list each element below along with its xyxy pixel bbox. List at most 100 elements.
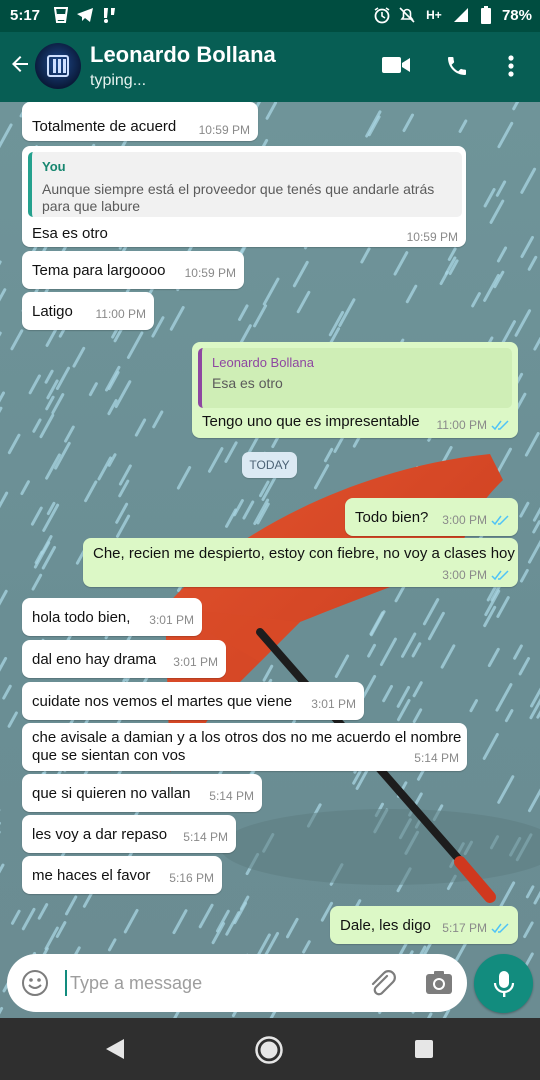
message-text: cuidate nos vemos el martes que viene [32, 693, 293, 710]
incoming-message[interactable]: me haces el favor 5:16 PM [22, 856, 222, 894]
incoming-message[interactable]: que si quieren no vallan 5:14 PM [22, 774, 262, 812]
day-separator: TODAY [242, 452, 297, 478]
attach-icon[interactable] [367, 968, 397, 1003]
read-ticks-icon [491, 569, 509, 580]
read-ticks-icon [491, 922, 509, 933]
message-text: Che, recien me despierto, estoy con fieb… [93, 545, 515, 562]
mute-bell-icon [398, 5, 416, 25]
read-ticks-icon [491, 514, 509, 525]
message-text: Totalmente de acuerd [32, 118, 177, 135]
message-text: Latigo [32, 303, 73, 320]
incoming-message[interactable]: Tema para largoooo 10:59 PM [22, 251, 244, 289]
message-text: me haces el favor [32, 867, 151, 884]
whatsapp-notification-icon [100, 5, 118, 25]
incoming-message[interactable]: les voy a dar repaso 5:14 PM [22, 815, 236, 853]
outgoing-message[interactable]: Dale, les digo 5:17 PM [330, 906, 518, 944]
message-time-text: 5:17 PM [442, 921, 487, 935]
message-time: 5:14 PM [414, 751, 459, 765]
message-time: 3:00 PM [442, 513, 510, 527]
mic-button[interactable] [474, 954, 533, 1013]
mic-icon [493, 970, 514, 997]
message-text: Dale, les digo [340, 917, 431, 934]
message-time: 5:16 PM [169, 871, 214, 885]
signal-icon [452, 5, 470, 25]
message-input[interactable] [70, 969, 350, 997]
message-time-text: 5:14 PM [183, 830, 228, 844]
network-type-label: H+ [426, 8, 442, 22]
alarm-icon [373, 5, 391, 25]
message-time: 10:59 PM [185, 266, 236, 280]
incoming-message[interactable]: che avisale a damian y a los otros dos n… [22, 723, 467, 771]
message-time: 11:00 PM [437, 418, 510, 432]
contact-name[interactable]: Leonardo Bollana [90, 42, 276, 68]
text-cursor [65, 970, 67, 996]
contact-status: typing... [90, 72, 147, 89]
message-time-text: 3:01 PM [149, 613, 194, 627]
message-composer [7, 954, 467, 1012]
camera-icon[interactable] [425, 970, 453, 1001]
message-text: Todo bien? [355, 509, 429, 526]
quoted-text: Aunque siempre está el proveedor que ten… [42, 181, 435, 214]
battery-percentage: 78% [501, 6, 532, 24]
message-text: Tengo uno que es impresentable [202, 413, 420, 430]
status-time: 5:17 [10, 7, 41, 24]
incoming-message[interactable]: Totalmente de acuerd 10:59 PM [22, 102, 258, 141]
message-time-text: 3:01 PM [173, 655, 218, 669]
avatar-emblem-icon [47, 55, 69, 77]
message-text: Esa es otro [32, 225, 108, 242]
nav-home-icon[interactable] [254, 1035, 284, 1070]
message-time-text: 5:14 PM [209, 789, 254, 803]
cup-notification-icon [52, 5, 70, 25]
emoji-icon[interactable] [21, 969, 49, 1002]
message-time: 11:00 PM [96, 307, 146, 321]
message-time: 3:01 PM [173, 655, 218, 669]
more-vert-icon[interactable] [507, 54, 515, 83]
incoming-message[interactable]: cuidate nos vemos el martes que viene 3:… [22, 682, 364, 720]
quoted-message[interactable]: You Aunque siempre está el proveedor que… [28, 152, 462, 217]
message-time-text: 5:16 PM [169, 871, 214, 885]
message-time: 3:01 PM [149, 613, 194, 627]
notification-icons [52, 5, 118, 25]
message-time-text: 3:01 PM [311, 697, 356, 711]
message-time-text: 10:59 PM [198, 123, 250, 137]
quoted-text: Esa es otro [212, 375, 283, 391]
outgoing-message[interactable]: Leonardo Bollana Esa es otro Tengo uno q… [192, 342, 518, 438]
message-time-text: 10:59 PM [184, 266, 236, 280]
nav-back-icon[interactable] [104, 1038, 126, 1065]
nav-recents-icon[interactable] [415, 1040, 433, 1058]
contact-avatar[interactable] [35, 43, 81, 89]
outgoing-message[interactable]: Todo bien? 3:00 PM [345, 498, 518, 536]
message-time-text: 10:59 PM [406, 230, 458, 244]
message-text: que si quieren no vallan [32, 785, 191, 802]
message-time: 5:17 PM [442, 921, 510, 935]
incoming-message[interactable]: hola todo bien, 3:01 PM [22, 598, 202, 636]
message-time-text: 5:14 PM [414, 751, 459, 765]
system-nav-bar [0, 1018, 540, 1080]
message-time-text: 11:00 PM [436, 418, 487, 432]
message-time-text: 11:00 PM [95, 307, 146, 321]
message-text: les voy a dar repaso [32, 826, 168, 843]
message-text: che avisale a damian y a los otros dos n… [32, 729, 462, 764]
outgoing-message[interactable]: Che, recien me despierto, estoy con fieb… [83, 538, 518, 587]
message-time: 10:59 PM [199, 123, 250, 137]
incoming-message[interactable]: Latigo 11:00 PM [22, 292, 154, 330]
phone-call-icon[interactable] [445, 54, 469, 83]
incoming-message[interactable]: You Aunque siempre está el proveedor que… [22, 146, 466, 247]
message-time-text: 3:00 PM [442, 513, 487, 527]
chat-header: Leonardo Bollana typing... [0, 32, 540, 102]
incoming-message[interactable]: dal eno hay drama 3:01 PM [22, 640, 226, 678]
battery-icon [477, 5, 495, 25]
message-time: 10:59 PM [407, 230, 458, 244]
message-time: 5:14 PM [209, 789, 254, 803]
status-bar: 5:17 H+ 78% [0, 0, 540, 32]
telegram-notification-icon [76, 5, 94, 25]
quoted-author: Leonardo Bollana [212, 355, 314, 370]
message-text: dal eno hay drama [32, 651, 157, 668]
chat-area[interactable]: Totalmente de acuerd 10:59 PM You Aunque… [0, 102, 540, 1018]
quoted-author: You [42, 159, 66, 174]
message-text: Tema para largoooo [32, 262, 166, 279]
read-ticks-icon [491, 419, 509, 430]
video-call-icon[interactable] [382, 54, 410, 81]
quoted-message[interactable]: Leonardo Bollana Esa es otro [198, 348, 512, 408]
back-arrow-icon[interactable] [8, 52, 32, 80]
